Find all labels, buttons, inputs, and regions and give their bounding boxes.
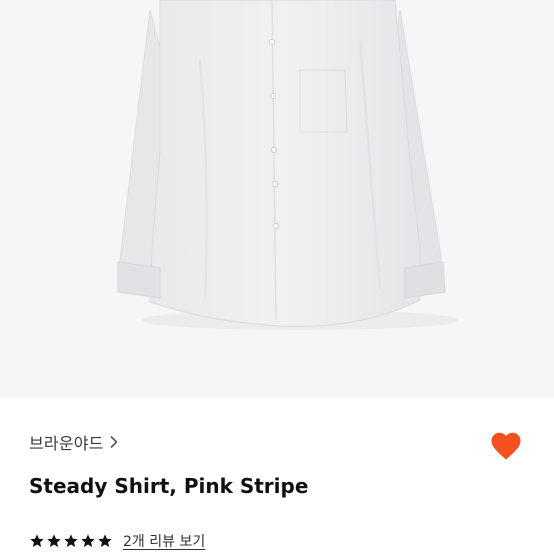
rating-row: 2개 리뷰 보기 (29, 531, 205, 551)
product-image[interactable] (0, 0, 554, 398)
review-link[interactable]: 2개 리뷰 보기 (123, 531, 205, 551)
shirt-illustration (117, 0, 460, 330)
brand-name: 브라운야드 (29, 434, 104, 453)
heart-icon (491, 432, 521, 460)
chevron-right-icon (110, 433, 118, 452)
star-icon (98, 534, 112, 547)
star-rating (29, 533, 113, 549)
product-title: Steady Shirt, Pink Stripe (29, 474, 309, 498)
brand-link[interactable]: 브라운야드 (29, 430, 118, 454)
star-icon (81, 534, 95, 547)
star-icon (47, 534, 61, 547)
star-icon (30, 534, 44, 547)
star-icon (64, 534, 78, 547)
like-button[interactable] (486, 425, 526, 465)
